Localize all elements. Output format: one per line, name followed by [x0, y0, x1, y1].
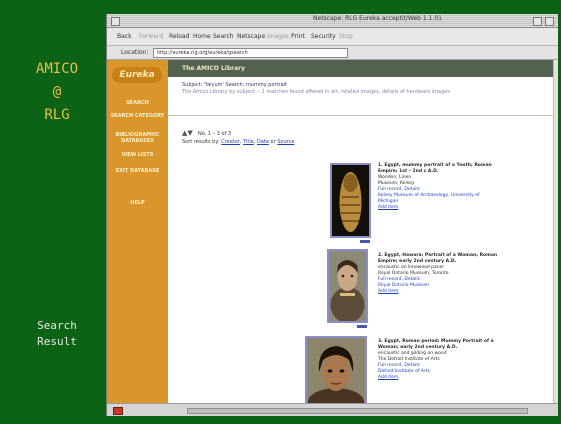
slide-title-line: AMICO [35, 61, 79, 77]
search-description: The Amico Library by subject -- 1 matche… [182, 89, 450, 95]
portrait-image [329, 251, 366, 321]
result-source: Kelsey Museum of Archaeology, University… [378, 193, 480, 204]
location-bar: Location: http://eureka.rlg.org/eureka/g… [107, 46, 558, 60]
divider [168, 115, 558, 116]
sort-options: Sort results by: Creator, Title, Date or… [182, 139, 295, 145]
browser-toolbar: Back Forward Reload Home Search Netscape… [107, 28, 558, 46]
result-thumbnail[interactable] [330, 163, 371, 243]
slide-title-line: RLG [44, 107, 70, 123]
search-button[interactable]: Search [213, 33, 234, 40]
result-text: 3. Egypt, Roman period; Mummy Portrait o… [378, 339, 500, 381]
collapse-window-icon[interactable] [545, 17, 554, 26]
security-button[interactable]: Security [311, 33, 336, 40]
status-bar [107, 403, 558, 416]
sort-title-link[interactable]: Title [243, 139, 254, 145]
slide-title-line: @ [52, 84, 62, 100]
page-arrows-icon[interactable]: ▲▼ [182, 129, 193, 137]
print-button[interactable]: Print [291, 33, 305, 40]
close-window-icon[interactable] [111, 17, 120, 26]
home-button[interactable]: Home [193, 33, 211, 40]
add-item-link[interactable]: Add item [378, 289, 500, 295]
slide-caption: Search Result [8, 318, 106, 350]
sort-source-link[interactable]: Source [277, 139, 294, 145]
web-page: Eureka SEARCH SEARCH CATEGORY BIBLIOGRAP… [107, 60, 558, 404]
security-lock-icon[interactable] [113, 407, 123, 415]
forward-button[interactable]: Forward [139, 33, 163, 40]
sort-creator-link[interactable]: Creator [221, 139, 240, 145]
nav-search[interactable]: SEARCH [110, 100, 165, 106]
slide-caption-line: Search [37, 319, 77, 332]
site-header-title: The AMICO Library [182, 65, 246, 72]
result-range: No. 1 – 3 of 3 [198, 131, 232, 137]
stop-button[interactable]: Stop [339, 33, 353, 40]
nav-bibliographic-databases[interactable]: BIBLIOGRAPHIC DATABASES [110, 132, 165, 144]
result-thumbnail[interactable] [305, 336, 367, 404]
nav-search-category[interactable]: SEARCH CATEGORY [110, 113, 165, 119]
slide-caption-line: Result [37, 335, 77, 348]
zoom-window-icon[interactable] [533, 17, 542, 26]
back-button[interactable]: Back [117, 33, 132, 40]
results-content: Subject: 'faiyum' Search: mummy portrait… [168, 77, 558, 404]
nav-help[interactable]: HELP [110, 200, 165, 206]
site-header: The AMICO Library [168, 60, 558, 77]
add-item-link[interactable]: Add item [378, 375, 500, 381]
browser-window: Netscape: RLG Eureka acceptit/Web 1.1.01… [106, 14, 558, 416]
sort-label: Sort results by: [182, 139, 220, 145]
thumbnail-caption-link[interactable] [357, 325, 367, 328]
result-text: 1. Egypt, mummy portrait of a Youth; Rom… [378, 163, 500, 211]
url-field[interactable]: http://eureka.rlg.org/eureka/gsearch [153, 48, 348, 58]
images-button[interactable]: Images [267, 33, 289, 40]
location-label: Location: [121, 49, 149, 56]
result-thumbnail[interactable] [327, 249, 368, 328]
search-summary: Subject: 'faiyum' Search: mummy portrait [182, 82, 288, 88]
netscape-button[interactable]: Netscape [237, 33, 265, 40]
add-item-link[interactable]: Add item [378, 205, 500, 211]
result-text: 2. Egypt, Hawara; Portrait of a Woman; R… [378, 253, 500, 295]
site-sidebar: Eureka SEARCH SEARCH CATEGORY BIBLIOGRAP… [107, 60, 168, 404]
sort-date-link[interactable]: Date [257, 139, 269, 145]
horizontal-scrollbar[interactable] [187, 408, 528, 414]
thumbnail-caption-link[interactable] [360, 240, 370, 243]
nav-exit-database[interactable]: EXIT DATABASE [110, 168, 165, 174]
portrait-image [307, 338, 365, 404]
window-title: Netscape: RLG Eureka acceptit/Web 1.1.01 [313, 15, 442, 22]
nav-view-lists[interactable]: VIEW LISTS [110, 152, 165, 158]
mummy-image [332, 165, 369, 236]
result-title: 2. Egypt, Hawara; Portrait of a Woman; R… [378, 253, 498, 264]
slide-title: AMICO @ RLG [8, 58, 106, 127]
window-titlebar[interactable]: Netscape: RLG Eureka acceptit/Web 1.1.01 [107, 14, 558, 28]
reload-button[interactable]: Reload [169, 33, 189, 40]
vertical-scrollbar[interactable] [553, 60, 558, 404]
eureka-logo[interactable]: Eureka [112, 67, 162, 83]
result-title: 3. Egypt, Roman period; Mummy Portrait o… [378, 339, 494, 350]
result-title: 1. Egypt, mummy portrait of a Youth; Rom… [378, 163, 492, 174]
